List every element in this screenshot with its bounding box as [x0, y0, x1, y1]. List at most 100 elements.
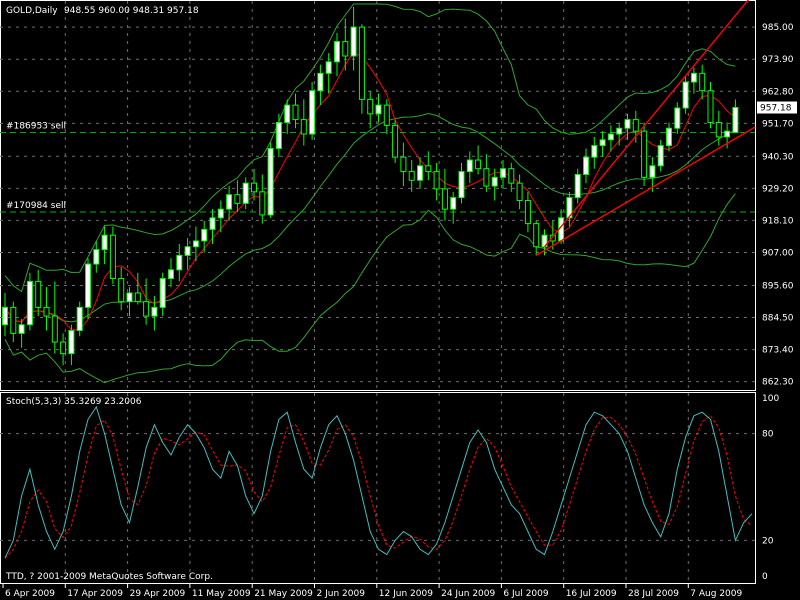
candle-body[interactable] [441, 188, 448, 210]
candle-body[interactable] [657, 145, 664, 167]
candle-body[interactable] [466, 159, 473, 173]
candle-body[interactable] [367, 98, 374, 115]
candle-body[interactable] [192, 240, 199, 248]
symbol-label: GOLD,Daily [6, 6, 58, 16]
candle-body[interactable] [101, 234, 108, 251]
candle-body[interactable] [184, 246, 191, 256]
candle-body[interactable] [491, 176, 498, 187]
candle-body[interactable] [400, 156, 407, 173]
candle-body[interactable] [317, 72, 324, 92]
candle-body[interactable] [632, 119, 639, 132]
candle-body[interactable] [599, 139, 606, 147]
ohlc-label: 948.55 960.00 948.31 957.18 [64, 6, 199, 16]
candle-body[interactable] [715, 121, 722, 138]
candle-body[interactable] [26, 280, 33, 326]
time-tick-label: 11 May 2009 [192, 589, 251, 599]
candle-body[interactable] [408, 171, 415, 181]
candle-body[interactable] [168, 269, 174, 280]
candle-body[interactable] [624, 119, 631, 129]
candle-body[interactable] [375, 104, 382, 115]
candle-body[interactable] [358, 26, 365, 100]
candle-body[interactable] [275, 121, 282, 149]
candle-body[interactable] [666, 127, 672, 147]
candle-body[interactable] [10, 306, 17, 334]
time-tick-label: 28 Jul 2009 [628, 589, 679, 599]
candle-body[interactable] [533, 223, 540, 248]
candle-body[interactable] [417, 165, 423, 181]
price-tick-label: 929.20 [762, 184, 794, 194]
candle-body[interactable] [724, 130, 731, 138]
candle-body[interactable] [707, 90, 714, 123]
candle-body[interactable] [68, 330, 75, 355]
candle-body[interactable] [300, 119, 307, 135]
candle-body[interactable] [226, 194, 233, 210]
candle-body[interactable] [134, 292, 141, 303]
candle-body[interactable] [674, 107, 681, 129]
candle-body[interactable] [18, 324, 25, 334]
candle-body[interactable] [292, 104, 299, 121]
candle-body[interactable] [334, 41, 340, 63]
time-tick-label: 7 Aug 2009 [690, 589, 742, 599]
candle-body[interactable] [176, 254, 183, 271]
candle-body[interactable] [325, 61, 332, 74]
candle-body[interactable] [267, 147, 274, 216]
price-tick-label: 895.60 [762, 281, 794, 291]
price-tick-label: 962.80 [762, 87, 794, 97]
candle-body[interactable] [732, 107, 739, 133]
candle-body[interactable] [60, 341, 67, 355]
candle-body[interactable] [616, 127, 623, 135]
candle-body[interactable] [35, 280, 42, 308]
candle-body[interactable] [649, 165, 656, 178]
candle-body[interactable] [242, 182, 249, 204]
candle-body[interactable] [109, 234, 116, 280]
candle-body[interactable] [433, 171, 440, 190]
time-tick-label: 16 Jul 2009 [566, 589, 617, 599]
candle-body[interactable] [201, 228, 208, 242]
candle-body[interactable] [641, 130, 648, 178]
candle-body[interactable] [259, 191, 266, 216]
candle-body[interactable] [574, 173, 581, 199]
copyright-label: TTD, ? 2001-2009 MetaQuotes Software Cor… [5, 572, 213, 582]
candle-body[interactable] [143, 301, 150, 317]
candle-body[interactable] [93, 249, 100, 265]
candle-body[interactable] [591, 145, 598, 158]
candle-body[interactable] [309, 90, 316, 135]
candle-body[interactable] [392, 124, 399, 158]
chart-window[interactable]: #186953 sell #170984 sell 985.00 973.90 962… [0, 0, 800, 600]
candle-body[interactable] [475, 159, 482, 170]
candle-body[interactable] [151, 306, 158, 317]
candle-body[interactable] [2, 306, 8, 326]
candle-body[interactable] [583, 156, 589, 175]
candle-body[interactable] [43, 306, 50, 317]
candle-body[interactable] [217, 208, 224, 219]
time-tick-label: 12 Jun 2009 [379, 589, 433, 599]
candle-body[interactable] [425, 165, 432, 173]
candle-body[interactable] [51, 315, 58, 343]
price-tick-label: 862.30 [762, 378, 794, 388]
candle-body[interactable] [458, 171, 465, 199]
candle-body[interactable] [690, 72, 697, 83]
time-tick-label: 21 May 2009 [254, 589, 313, 599]
candle-body[interactable] [126, 292, 133, 303]
candle-body[interactable] [450, 197, 457, 210]
candle-body[interactable] [118, 278, 125, 303]
candle-body[interactable] [342, 41, 349, 57]
candle-body[interactable] [159, 278, 166, 308]
candle-body[interactable] [508, 168, 515, 184]
candle-body[interactable] [209, 217, 216, 230]
candle-body[interactable] [483, 168, 490, 187]
candle-body[interactable] [284, 104, 291, 123]
candle-body[interactable] [500, 168, 506, 178]
candle-body[interactable] [607, 133, 614, 141]
candle-body[interactable] [383, 104, 390, 126]
candle-body[interactable] [516, 182, 523, 201]
candle-body[interactable] [85, 263, 91, 308]
candle-body[interactable] [350, 26, 357, 57]
candle-body[interactable] [234, 194, 241, 204]
candle-body[interactable] [699, 72, 706, 92]
candle-body[interactable] [524, 199, 531, 225]
order-label: #186953 sell [6, 121, 66, 131]
candle-body[interactable] [76, 306, 83, 332]
candle-body[interactable] [682, 81, 689, 109]
candle-body[interactable] [251, 182, 257, 193]
